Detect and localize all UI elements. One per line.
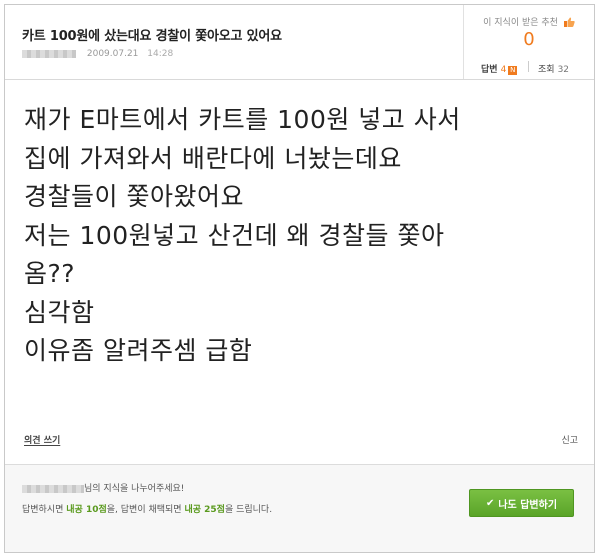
stats-box: 이 지식이 받은 추천 0 답변 4 N 조회 32 [463,5,594,79]
stats-row: 답변 4 N 조회 32 [464,59,594,75]
write-opinion-link[interactable]: 의견 쓰기 [24,433,60,446]
thumbs-up-icon[interactable] [563,17,575,27]
question-meta: 2009.07.21 14:28 [22,49,173,59]
body-line: 집에 가져와서 배란다에 너놨는데요 [24,143,402,173]
views-label: 조회 [538,65,555,75]
check-icon: ✔ [485,497,495,509]
views-count: 32 [557,65,570,75]
reward-prefix: 답변하시면 [22,505,67,515]
recommend-label-row: 이 지식이 받은 추천 [464,15,594,28]
question-panel: 카트 100원에 샀는대요 경찰이 쫓아오고 있어요 2009.07.21 14… [4,4,595,553]
question-header: 카트 100원에 샀는대요 경찰이 쫓아오고 있어요 2009.07.21 14… [5,5,594,80]
reward-text: 답변하시면 내공 10점을, 답변이 채택되면 내공 25점을 드립니다. [22,502,272,515]
question-title: 카트 100원에 샀는대요 경찰이 쫓아오고 있어요 [22,29,282,44]
reward-points-answer: 내공 10점 [66,505,107,515]
answers-label: 답변 [481,65,498,75]
reward-suffix: 을 드립니다. [224,505,273,515]
user-name-blurred [22,484,84,493]
question-time: 14:28 [147,49,174,59]
body-line: 경찰들이 쫓아왔어요 [24,182,244,211]
question-date: 2009.07.21 [86,49,139,59]
body-line: 옴?? [24,259,76,288]
new-badge: N [508,66,518,75]
views-stat: 조회 32 [538,62,569,75]
recommend-label: 이 지식이 받은 추천 [483,18,558,28]
reward-points-selected: 내공 25점 [184,505,225,515]
body-line: 저는 100원넣고 산건데 왜 경찰들 쫓아 [24,220,445,250]
share-prompt: 님의 지식을 나누어주세요! [22,481,184,494]
report-link[interactable]: 신고 [561,433,578,446]
answers-stat[interactable]: 답변 4 N [481,62,518,75]
reward-mid: 을, 답변이 채택되면 [106,505,185,515]
author-name-blurred [22,49,76,58]
body-line: 재가 E마트에서 카트를 100원 넣고 사서 [24,105,461,134]
body-line: 심각함 [24,297,95,327]
question-body: 재가 E마트에서 카트를 100원 넣고 사서 집에 가져와서 배란다에 너놨는… [24,101,584,371]
answer-button[interactable]: ✔ 나도 답변하기 [469,489,574,517]
stats-divider [528,61,529,72]
answer-button-label: 나도 답변하기 [498,499,558,511]
answers-count: 4 [500,65,507,75]
answer-footer: 님의 지식을 나누어주세요! 답변하시면 내공 10점을, 답변이 채택되면 내… [5,464,594,552]
recommend-count: 0 [523,29,535,50]
body-line: 이유좀 알려주셈 급함 [24,336,253,365]
share-text: 님의 지식을 나누어주세요! [84,484,185,494]
